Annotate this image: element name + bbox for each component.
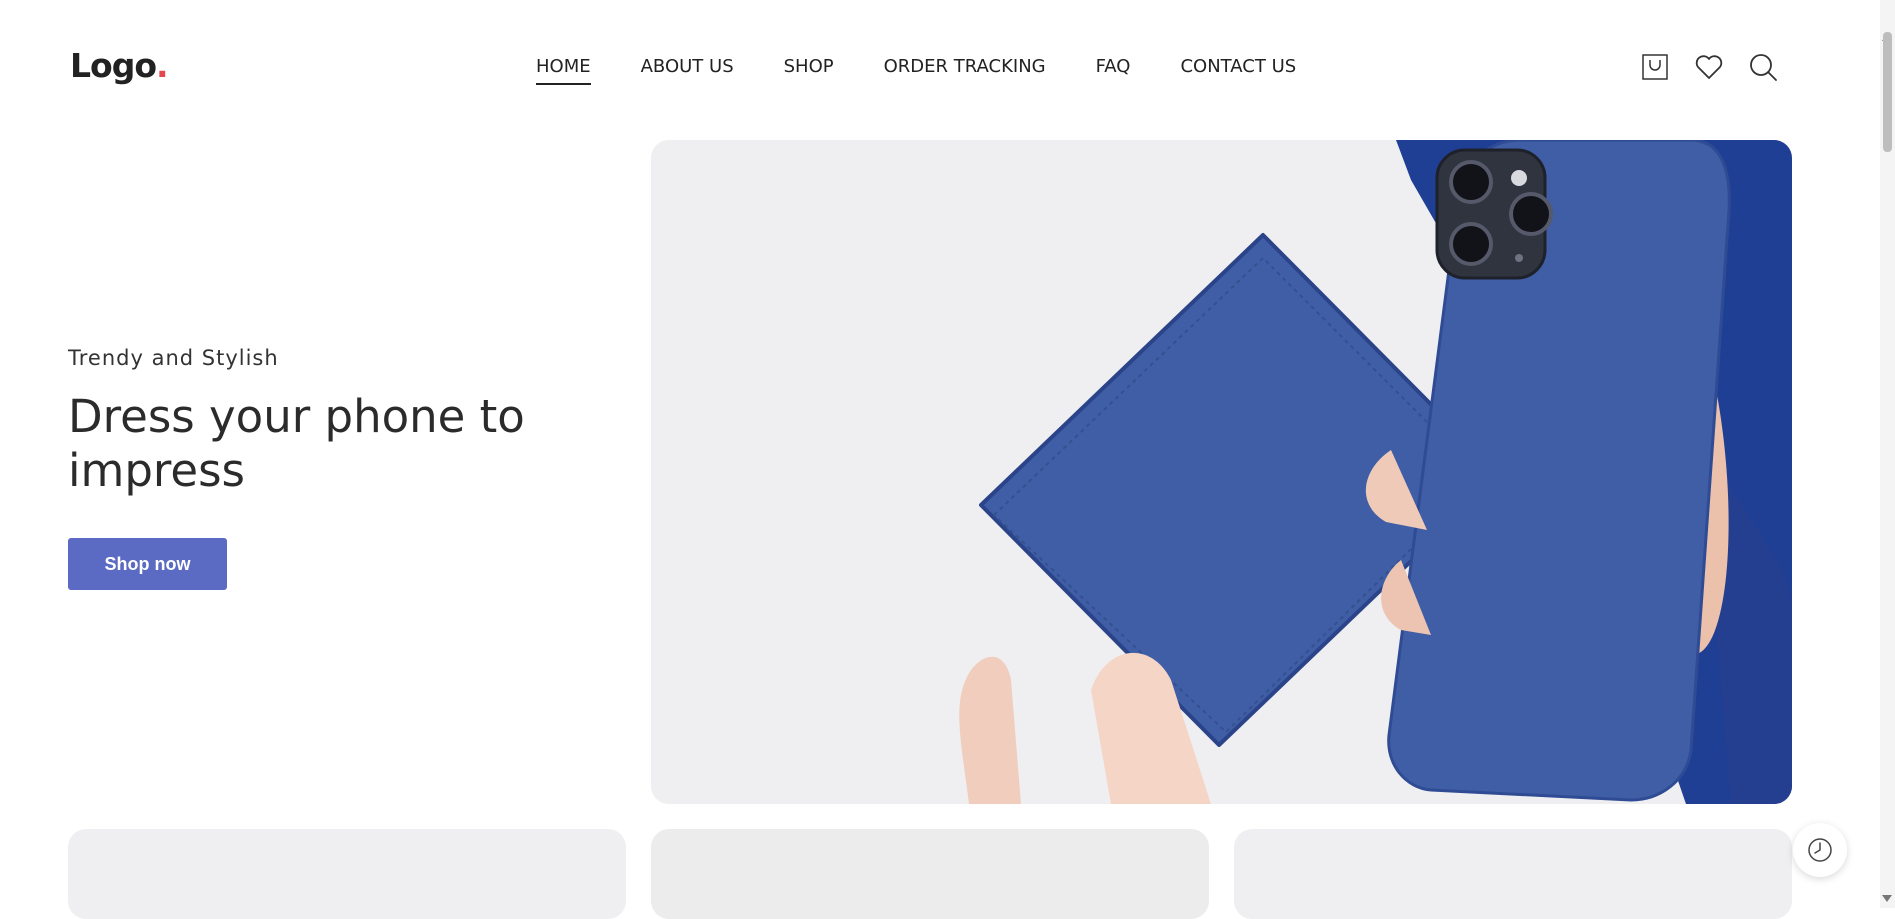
- product-card-2[interactable]: [651, 829, 1209, 919]
- hero-image: [651, 140, 1792, 804]
- header-actions: [1640, 52, 1778, 82]
- hero-text: Trendy and Stylish Dress your phone to i…: [68, 346, 588, 590]
- nav-item-faq[interactable]: FAQ: [1096, 56, 1131, 85]
- search-icon[interactable]: [1748, 52, 1778, 82]
- page-scrollbar[interactable]: [1880, 0, 1895, 908]
- scroll-down-arrow-icon[interactable]: [1882, 895, 1892, 902]
- cart-icon[interactable]: [1640, 52, 1670, 82]
- nav-item-shop[interactable]: SHOP: [784, 56, 834, 85]
- nav-item-order-tracking[interactable]: ORDER TRACKING: [884, 56, 1046, 85]
- scroll-thumb[interactable]: [1883, 32, 1892, 152]
- hero-product-illustration: [651, 140, 1792, 804]
- site-header: Logo. HOME ABOUT US SHOP ORDER TRACKING …: [0, 0, 1880, 140]
- shop-now-button[interactable]: Shop now: [68, 538, 227, 590]
- product-card-1[interactable]: [68, 829, 626, 919]
- history-button[interactable]: [1793, 823, 1847, 877]
- nav-item-about-us[interactable]: ABOUT US: [641, 56, 734, 85]
- hero-subtitle: Trendy and Stylish: [68, 346, 279, 370]
- wishlist-heart-icon[interactable]: [1694, 52, 1724, 82]
- nav-item-contact-us[interactable]: CONTACT US: [1180, 56, 1296, 85]
- main-nav: HOME ABOUT US SHOP ORDER TRACKING FAQ CO…: [536, 56, 1296, 85]
- nav-item-home[interactable]: HOME: [536, 56, 591, 85]
- hero-headline: Dress your phone to impress: [68, 390, 525, 497]
- product-card-3[interactable]: [1234, 829, 1792, 919]
- logo[interactable]: Logo.: [70, 46, 169, 85]
- clock-icon: [1808, 838, 1832, 862]
